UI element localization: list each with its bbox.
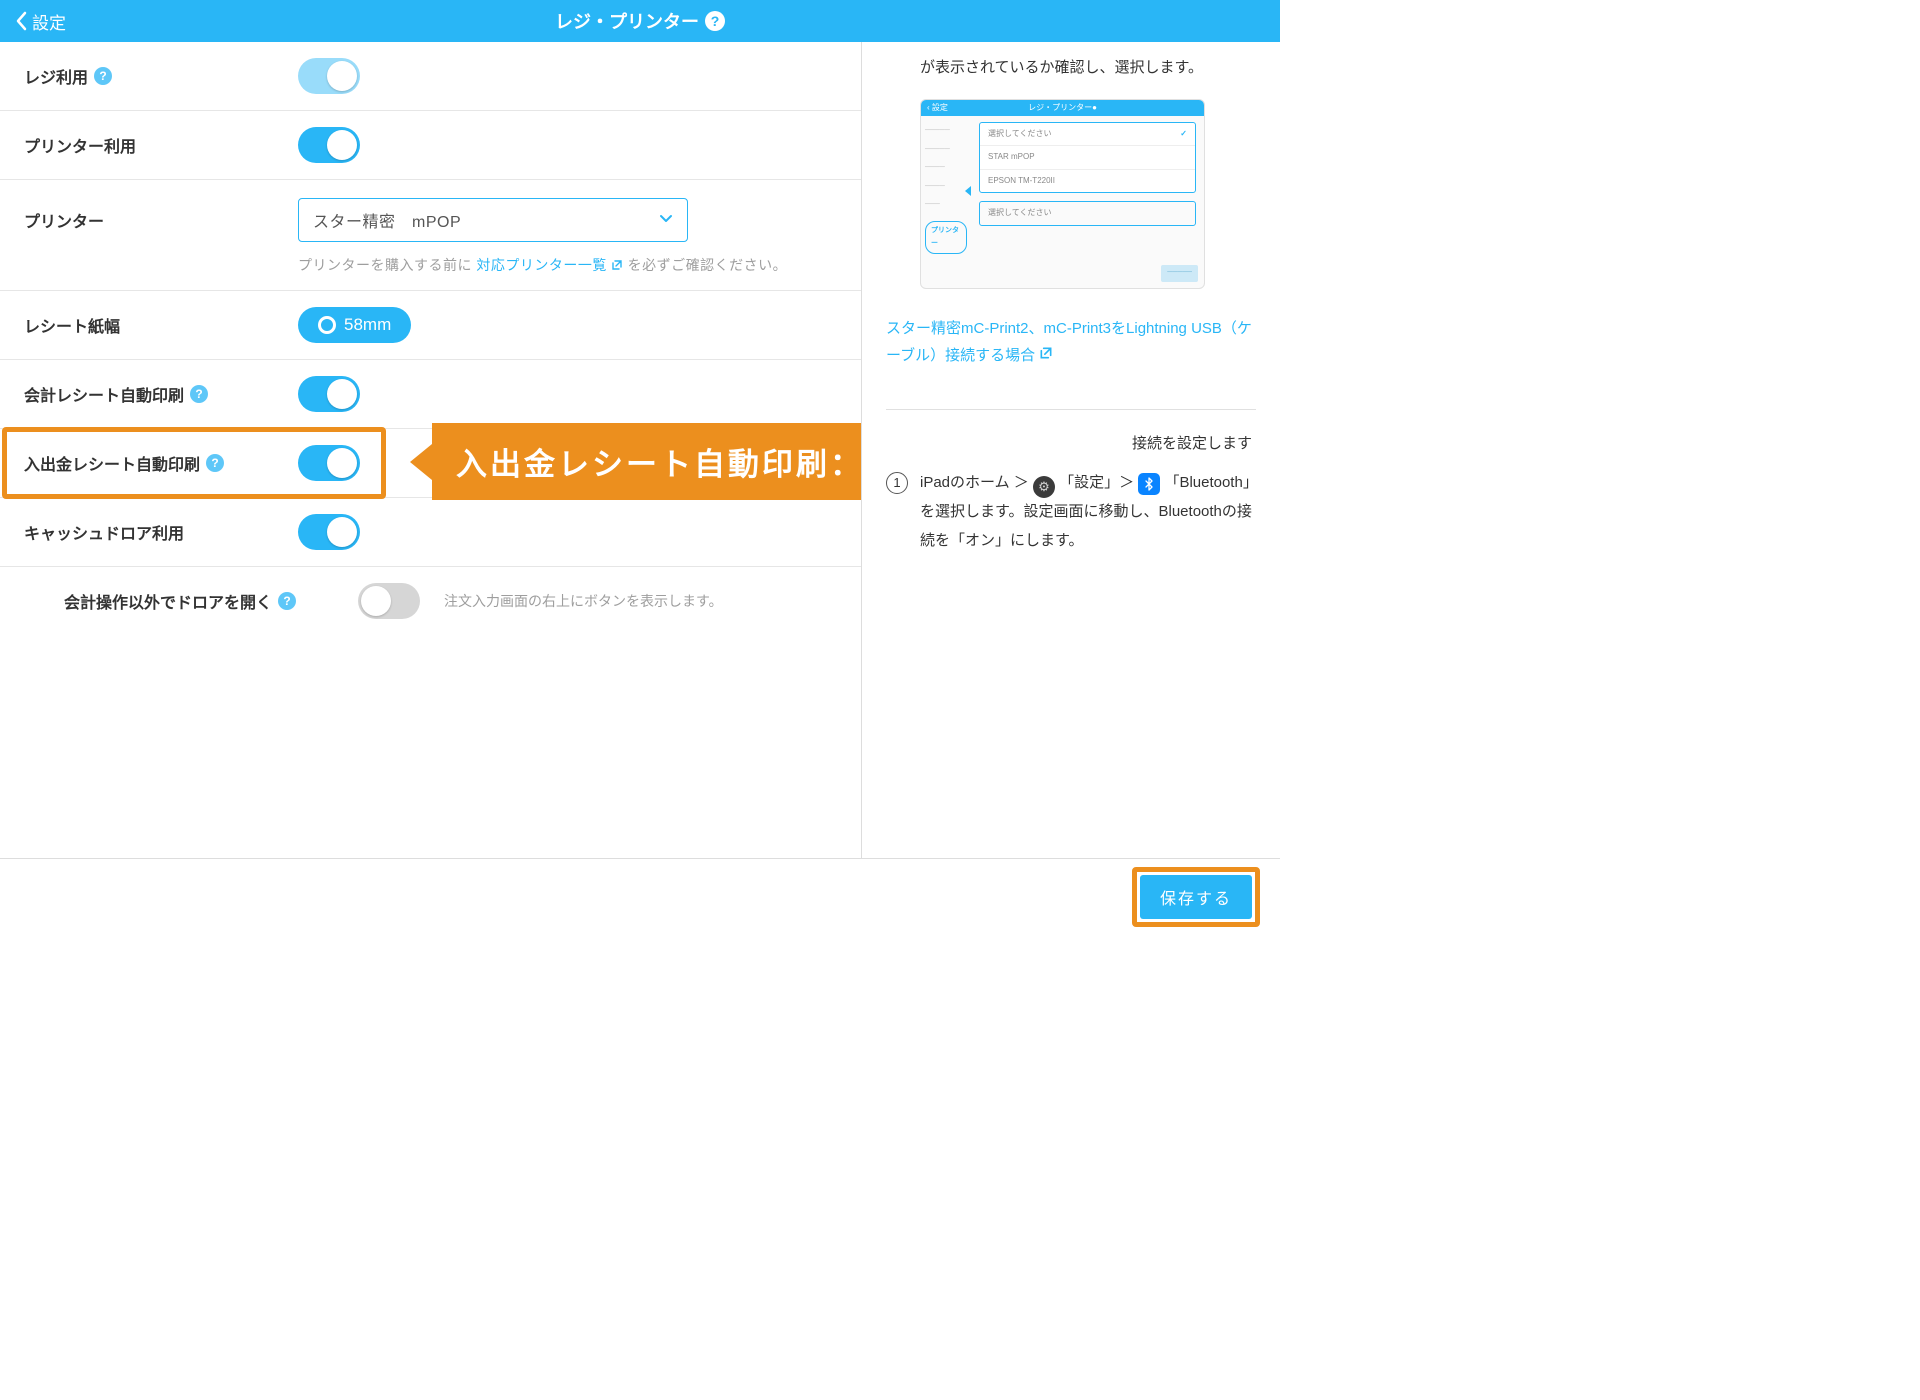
- printer-select[interactable]: スター精密 mPOP: [298, 198, 688, 242]
- printer-selected-value: スター精密 mPOP: [313, 208, 461, 232]
- chevron-down-icon: [659, 211, 673, 230]
- help-thumbnail: ‹ 設定レジ・プリンター ● ────────────────── ─── プリ…: [920, 99, 1205, 289]
- thumb-title: レジ・プリンター: [1028, 101, 1092, 115]
- settings-panel: レジ利用? プリンター利用 プリンター スター精密 mPOP: [0, 42, 861, 858]
- save-highlight: 保存する: [1132, 867, 1260, 927]
- row-auto-print-account: 会計レシート自動印刷?: [0, 360, 861, 429]
- row-printer: プリンター スター精密 mPOP プリンターを購入する前に 対応プリンター一覧 …: [0, 180, 861, 291]
- row-receipt-width: レシート紙幅 58mm: [0, 291, 861, 360]
- label-printer: プリンター: [24, 198, 274, 232]
- toggle-open-drawer[interactable]: [358, 583, 420, 619]
- receipt-width-value: 58mm: [344, 315, 391, 335]
- footer: 保存する: [0, 858, 1280, 934]
- toggle-auto-print-cash[interactable]: [298, 445, 360, 481]
- chevron-left-icon: [14, 11, 28, 31]
- help-top-text: が表示されているか確認し、選択します。: [886, 54, 1256, 81]
- save-button[interactable]: 保存する: [1140, 875, 1252, 919]
- label-cash-drawer: キャッシュドロア利用: [24, 520, 274, 544]
- label-receipt-width: レシート紙幅: [24, 313, 274, 337]
- label-open-drawer: 会計操作以外でドロアを開く: [64, 589, 272, 613]
- open-drawer-desc: 注文入力画面の右上にボタンを表示します。: [444, 590, 723, 612]
- thumb-bubble: プリンター: [925, 221, 967, 254]
- toggle-register-use[interactable]: [298, 58, 360, 94]
- step-number-icon: 1: [886, 472, 908, 494]
- thumb-dropdown: 選択してください✓ STAR mPOP EPSON TM-T220II: [979, 122, 1196, 193]
- page-title: レジ・プリンター ?: [555, 8, 725, 34]
- help-icon[interactable]: ?: [278, 592, 296, 610]
- external-link-icon: [1039, 342, 1053, 369]
- help-icon[interactable]: ?: [705, 11, 725, 31]
- thumb-select: 選択してください: [979, 201, 1196, 225]
- toggle-cash-drawer[interactable]: [298, 514, 360, 550]
- toggle-printer-use[interactable]: [298, 127, 360, 163]
- app-header: 設定 レジ・プリンター ?: [0, 0, 1280, 42]
- row-cash-drawer: キャッシュドロア利用: [0, 498, 861, 567]
- help-icon[interactable]: ?: [190, 385, 208, 403]
- divider: [886, 409, 1256, 410]
- printer-note: プリンターを購入する前に 対応プリンター一覧 を必ずご確認ください。: [298, 254, 787, 276]
- back-label: 設定: [32, 9, 66, 34]
- row-printer-use: プリンター利用: [0, 111, 861, 180]
- help-panel: が表示されているか確認し、選択します。 ‹ 設定レジ・プリンター ● ─────…: [861, 42, 1280, 858]
- label-printer-use: プリンター利用: [24, 133, 274, 157]
- help-mid-text: 接続を設定します: [886, 430, 1256, 457]
- row-register-use: レジ利用?: [0, 42, 861, 111]
- label-auto-print-account: 会計レシート自動印刷: [24, 382, 184, 406]
- help-icon[interactable]: ?: [94, 67, 112, 85]
- step-text: iPadのホーム ＞ ⚙ 「設定」＞ 「Bluetooth」を選択します。設定画…: [920, 469, 1256, 555]
- receipt-width-pill[interactable]: 58mm: [298, 307, 411, 343]
- supported-printers-link[interactable]: 対応プリンター一覧: [476, 257, 623, 273]
- help-step-1: 1 iPadのホーム ＞ ⚙ 「設定」＞ 「Bluetooth」を選択します。設…: [886, 469, 1256, 555]
- row-auto-print-cash: 入出金レシート自動印刷? 入出金レシート自動印刷：オン: [0, 429, 861, 498]
- callout: 入出金レシート自動印刷：オン: [410, 423, 861, 500]
- settings-gear-icon: ⚙: [1033, 476, 1055, 498]
- callout-arrow-icon: [410, 444, 432, 480]
- callout-text: 入出金レシート自動印刷：オン: [432, 423, 861, 500]
- bluetooth-icon: [1138, 473, 1160, 495]
- back-button[interactable]: 設定: [0, 9, 80, 34]
- toggle-auto-print-account[interactable]: [298, 376, 360, 412]
- star-printer-link[interactable]: スター精密mC-Print2、mC-Print3をLightning USB（ケ…: [886, 320, 1252, 364]
- external-link-icon: [611, 259, 623, 271]
- row-open-drawer: 会計操作以外でドロアを開く? 注文入力画面の右上にボタンを表示します。: [0, 567, 861, 635]
- thumb-save: ─────: [1161, 265, 1198, 282]
- thumb-back: ‹ 設定: [927, 101, 948, 115]
- label-register-use: レジ利用: [24, 64, 88, 88]
- radio-icon: [318, 316, 336, 334]
